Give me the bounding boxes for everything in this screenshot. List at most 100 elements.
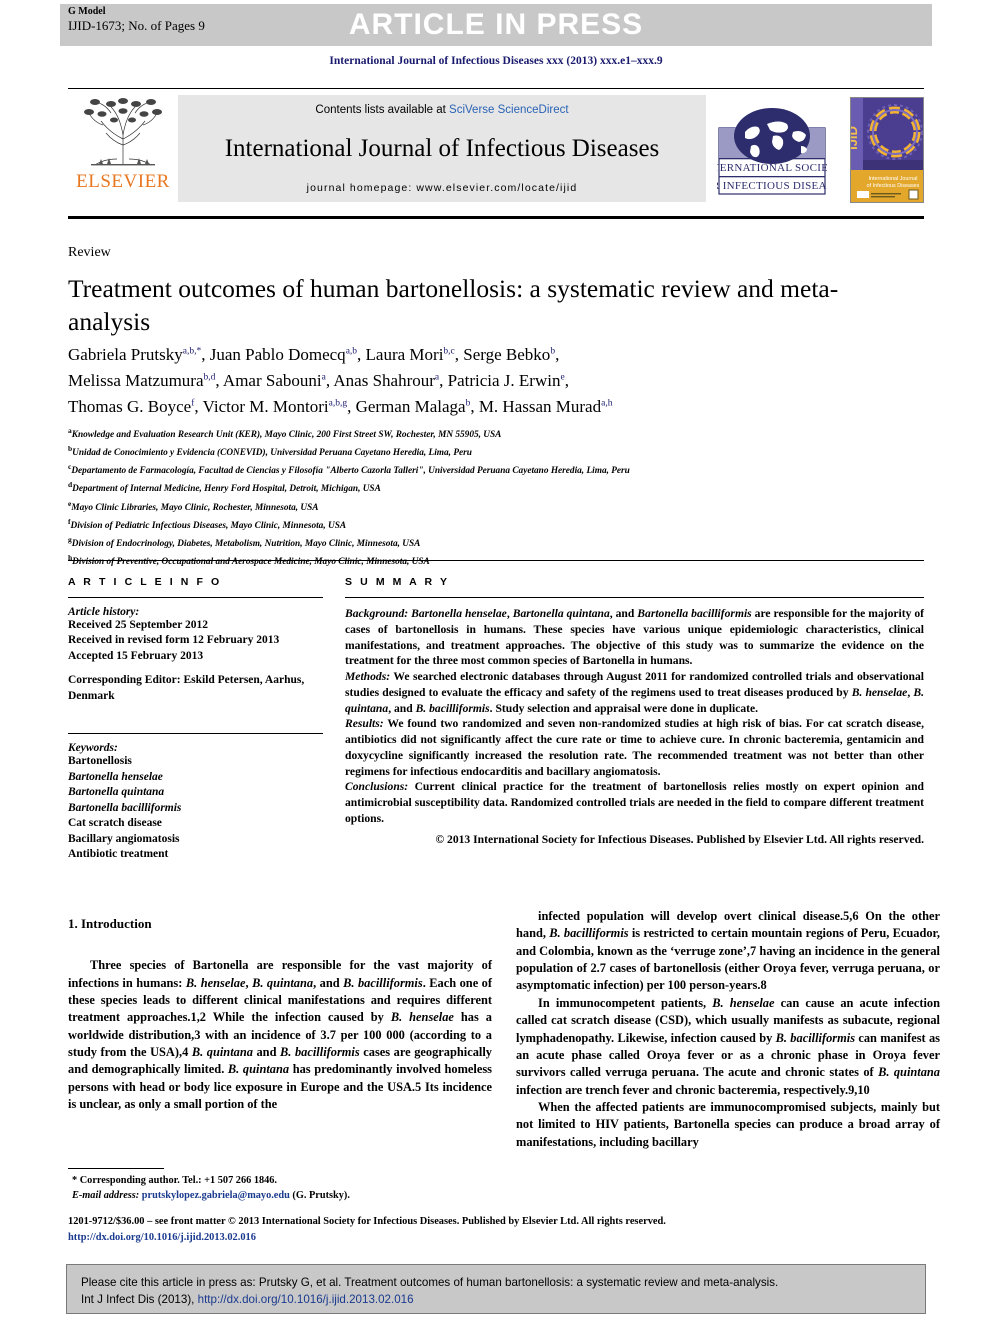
body-paragraph: infected population will develop overt c… xyxy=(516,909,940,993)
author-line: Thomas G. Boycef, Victor M. Montoria,b,g… xyxy=(68,394,898,420)
affiliation-item: gDivision of Endocrinology, Diabetes, Me… xyxy=(68,534,421,549)
body-column-right: infected population will develop overt c… xyxy=(516,908,940,1151)
corresponding-editor: Corresponding Editor: Eskild Petersen, A… xyxy=(68,673,323,704)
manuscript-id: IJID-1673; No. of Pages 9 xyxy=(68,18,205,33)
journal-masthead: ELSEVIER Contents lists available at Sci… xyxy=(68,88,924,210)
article-history-list: Received 25 September 2012 Received in re… xyxy=(68,618,323,664)
keywords-divider xyxy=(68,733,323,735)
author-line: Melissa Matzumurab,d, Amar Sabounia, Ana… xyxy=(68,368,898,394)
abstract-conclusions-text: Current clinical practice for the treatm… xyxy=(345,780,924,825)
affiliation-item: eMayo Clinic Libraries, Mayo Clinic, Roc… xyxy=(68,498,319,513)
cite-doi-link[interactable]: http://dx.doi.org/10.1016/j.ijid.2013.02… xyxy=(198,1293,414,1306)
elsevier-logo: ELSEVIER xyxy=(68,89,178,210)
abstract-background-label: Background: xyxy=(345,607,409,620)
elsevier-wordmark: ELSEVIER xyxy=(76,171,170,192)
email-link[interactable]: prutskylopez.gabriela@mayo.edu xyxy=(142,1190,290,1201)
body-paragraph: Three species of Bartonella are responsi… xyxy=(68,958,493,1112)
abstract-methods-label: Methods: xyxy=(345,670,391,684)
author-line-text-1: Melissa Matzumurab,d, Amar Sabounia, Ana… xyxy=(68,370,569,390)
svg-text:of Infectious Diseases: of Infectious Diseases xyxy=(867,183,920,189)
summary-heading: S U M M A R Y xyxy=(345,576,450,588)
abstract-methods: Methods: We searched electronic database… xyxy=(345,669,924,716)
article-history-item: Accepted 15 February 2013 xyxy=(68,649,204,662)
journal-homepage[interactable]: journal homepage: www.elsevier.com/locat… xyxy=(307,182,578,194)
abstract-body: Background: Bartonella henselae, Bartone… xyxy=(345,606,924,846)
article-info-heading: A R T I C L E I N F O xyxy=(68,576,222,588)
svg-text:International Journal: International Journal xyxy=(869,176,918,182)
abstract-results-label: Results: xyxy=(345,717,384,731)
email-note: E-mail address: prutskylopez.gabriela@ma… xyxy=(68,1189,498,1204)
body-column-left: 1. Introduction Three species of Bartone… xyxy=(68,915,492,1113)
svg-text:IJID: IJID xyxy=(850,126,860,150)
keyword-item: Cat scratch disease xyxy=(68,817,162,830)
abstract-background: Background: Bartonella henselae, Bartone… xyxy=(345,606,924,669)
abstract-conclusions-label: Conclusions: xyxy=(345,780,409,794)
affiliation-item: dDepartment of Internal Medicine, Henry … xyxy=(68,480,381,495)
front-matter-line: 1201-9712/$36.00 – see front matter © 20… xyxy=(68,1216,666,1227)
article-history-item: Received in revised form 12 February 201… xyxy=(68,634,280,647)
svg-text:INTERNATIONAL SOCIETY: INTERNATIONAL SOCIETY xyxy=(717,162,827,174)
keyword-item: Bacillary angiomatosis xyxy=(68,832,180,845)
journal-citation-line: International Journal of Infectious Dise… xyxy=(329,55,663,67)
abstract-results-text: We found two randomized and seven non-ra… xyxy=(345,717,924,778)
keyword-item: Bartonella henselae xyxy=(68,770,163,783)
doi-link[interactable]: http://dx.doi.org/10.1016/j.ijid.2013.02… xyxy=(68,1230,938,1246)
affiliation-item: hDivision of Preventive, Occupational an… xyxy=(68,552,430,568)
sciencedirect-link[interactable]: SciVerse ScienceDirect xyxy=(449,104,569,116)
footnote-block: * Corresponding author. Tel.: +1 507 266… xyxy=(68,1174,498,1203)
keywords-list: Bartonellosis Bartonella henselae Bartonel… xyxy=(68,754,323,863)
info-top-rule xyxy=(68,560,924,561)
article-info-divider xyxy=(68,597,323,598)
manuscript-id-block: G Model IJID-1673; No. of Pages 9 xyxy=(68,6,205,34)
keyword-item: Bartonella quintana xyxy=(68,786,165,799)
abstract-copyright: © 2013 International Society for Infecti… xyxy=(435,832,924,846)
svg-text:FOR INFECTIOUS DISEASES: FOR INFECTIOUS DISEASES xyxy=(717,180,827,192)
body-paragraph: In immunocompetent patients, B. henselae… xyxy=(516,995,941,1097)
author-list: Gabriela Prutskya,b,*, Juan Pablo Domecq… xyxy=(68,342,898,419)
affiliation-list: aKnowledge and Evaluation Research Unit … xyxy=(68,425,918,570)
corresponding-author-text: Corresponding author. Tel.: +1 507 266 1… xyxy=(79,1175,277,1186)
affiliation-item: cDepartamento de Farmacología, Facultad … xyxy=(68,462,630,477)
corresponding-editor-label: Corresponding Editor: xyxy=(68,674,181,687)
keywords-block: Keywords: Bartonellosis Bartonella hensel… xyxy=(68,733,323,863)
affiliation-item: bUnidad de Conocimiento y Evidencia (CON… xyxy=(68,444,472,459)
isid-logo: INTERNATIONAL SOCIETY FOR INFECTIOUS DIS… xyxy=(706,89,838,210)
journal-cover-thumbnail: IJID International Journal of Infectious… xyxy=(838,89,924,210)
journal-article-page: ARTICLE IN PRESS G Model IJID-1673; No. … xyxy=(0,0,992,1323)
summary-divider xyxy=(345,597,924,598)
body-paragraph: When the affected patients are immunocom… xyxy=(516,1099,940,1149)
masthead-bottom-rule xyxy=(68,216,924,219)
footnote-rule xyxy=(68,1168,164,1169)
affiliation-item: aKnowledge and Evaluation Research Unit … xyxy=(68,426,502,441)
globe-society-icon: INTERNATIONAL SOCIETY FOR INFECTIOUS DIS… xyxy=(717,107,827,195)
article-info-column: A R T I C L E I N F O Article history: R… xyxy=(68,576,323,863)
cite-line-1: Please cite this article in press as: Pr… xyxy=(81,1276,779,1289)
abstract-conclusions: Conclusions: Current clinical practice f… xyxy=(345,779,924,826)
introduction-heading: 1. Introduction xyxy=(68,916,152,931)
email-label: E-mail address: xyxy=(72,1189,140,1201)
cite-line-2-prefix: Int J Infect Dis (2013), xyxy=(81,1293,198,1307)
author-line-text-2: Thomas G. Boycef, Victor M. Montoria,b,g… xyxy=(68,396,613,416)
masthead-center-panel: Contents lists available at SciVerse Sci… xyxy=(178,95,706,202)
article-history-item: Received 25 September 2012 xyxy=(68,619,208,631)
author-line: Gabriela Prutskya,b,*, Juan Pablo Domecq… xyxy=(68,342,898,368)
cite-this-article-box: Please cite this article in press as: Pr… xyxy=(66,1264,926,1314)
contents-list-line: Contents lists available at SciVerse Sci… xyxy=(315,104,568,116)
corresponding-author-note: * Corresponding author. Tel.: +1 507 266… xyxy=(72,1175,277,1186)
keyword-item: Antibiotic treatment xyxy=(68,848,169,861)
author-line-text-0: Gabriela Prutskya,b,*, Juan Pablo Domecq… xyxy=(68,345,560,364)
page-title: Treatment outcomes of human bartonellosi… xyxy=(68,274,839,337)
keyword-item: Bartonella bacilliformis xyxy=(68,801,182,814)
affiliation-item: fDivision of Pediatric Infectious Diseas… xyxy=(68,516,347,531)
journal-cover-image: IJID International Journal of Infectious… xyxy=(850,96,924,203)
elsevier-tree-icon xyxy=(84,98,162,166)
email-suffix: (G. Prutsky). xyxy=(289,1189,350,1201)
abstract-results: Results: We found two randomized and sev… xyxy=(345,716,924,779)
article-type-label: Review xyxy=(68,245,111,260)
contents-prefix: Contents lists available at xyxy=(315,104,450,116)
keyword-item: Bartonellosis xyxy=(68,755,132,768)
keywords-label: Keywords: xyxy=(68,742,118,755)
abstract-background-text: Bartonella henselae, Bartonella quintana… xyxy=(345,607,925,668)
abstract-methods-text: We searched electronic databases through… xyxy=(345,670,924,715)
front-matter-block: 1201-9712/$36.00 – see front matter © 20… xyxy=(68,1214,938,1245)
